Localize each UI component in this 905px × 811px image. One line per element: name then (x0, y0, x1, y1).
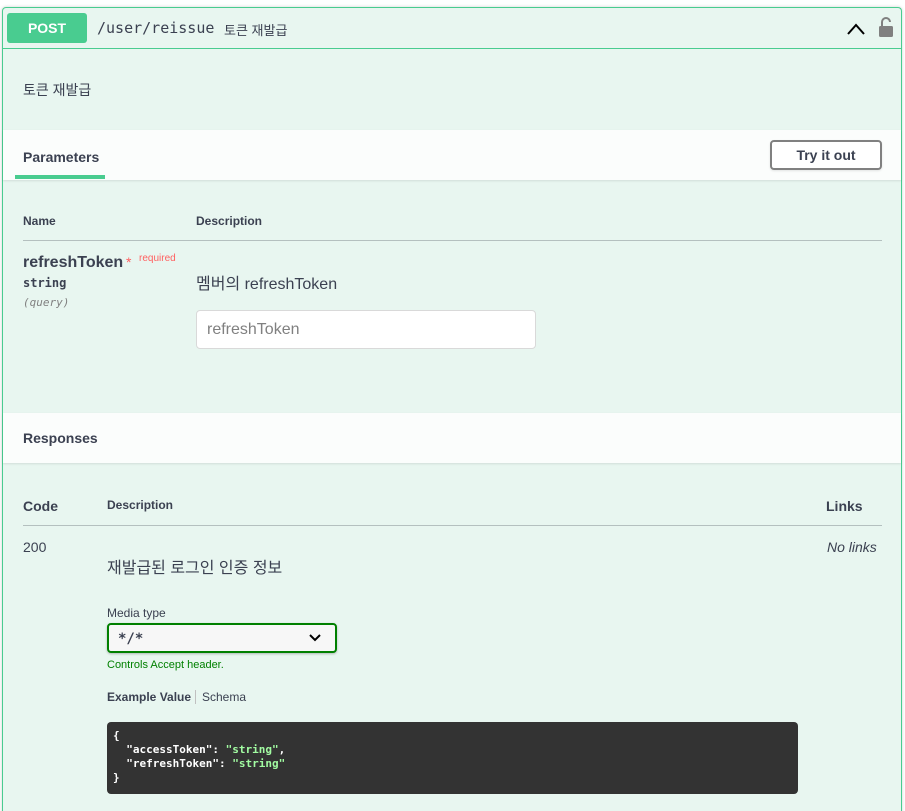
operation-summary-bar[interactable]: POST /user/reissue 토큰 재발급 (3, 8, 901, 49)
code-close-brace: } (113, 771, 120, 784)
column-header-response-description: Description (107, 498, 174, 512)
tab-active-indicator (15, 175, 105, 179)
required-star: * (126, 254, 132, 270)
responses-table-divider (23, 525, 882, 526)
refresh-token-input[interactable] (196, 310, 536, 349)
operation-path: /user/reissue (97, 19, 215, 37)
parameter-location: (query) (23, 296, 70, 309)
media-type-value: */* (118, 631, 144, 647)
parameter-name: refreshToken (23, 254, 124, 271)
column-header-description: Description (196, 214, 263, 228)
chevron-up-icon[interactable] (845, 20, 867, 38)
parameter-description: 멤버의 refreshToken (196, 276, 338, 293)
unlock-icon[interactable] (877, 16, 895, 38)
operation-description: 토큰 재발급 (23, 82, 92, 98)
column-header-code: Code (23, 498, 58, 514)
response-links: No links (827, 539, 877, 555)
column-header-name: Name (23, 214, 56, 228)
parameters-header: Parameters Try it out (3, 130, 901, 180)
response-description: 재발급된 로그인 인증 정보 (107, 560, 283, 577)
chevron-down-icon (309, 634, 321, 642)
http-method-badge: POST (7, 13, 87, 43)
try-it-out-button[interactable]: Try it out (770, 140, 882, 170)
tab-parameters[interactable]: Parameters (15, 130, 105, 180)
tab-example-value[interactable]: Example Value (107, 690, 191, 704)
operation-summary: 토큰 재발급 (224, 23, 288, 38)
response-code: 200 (23, 539, 47, 555)
operation-block-post-user-reissue: POST /user/reissue 토큰 재발급 토큰 재발급 Paramet… (2, 7, 902, 811)
media-type-select[interactable]: */* (107, 623, 337, 653)
code-open-brace: { (113, 729, 120, 742)
example-value-code-block: { "accessToken": "string", "refreshToken… (107, 722, 798, 794)
tab-divider (195, 690, 196, 704)
parameters-table-divider (23, 240, 882, 241)
required-label: required (139, 253, 176, 264)
code-separator: , (278, 743, 286, 756)
parameter-type: string (23, 276, 67, 290)
column-header-links: Links (826, 498, 863, 514)
tab-schema[interactable]: Schema (202, 690, 246, 704)
code-string-value: "string" (225, 743, 279, 756)
responses-header: Responses (3, 413, 901, 463)
media-type-label: Media type (107, 606, 166, 620)
code-key: "accessToken": (113, 743, 226, 756)
responses-title: Responses (23, 430, 98, 446)
code-line-access-token: "accessToken": "string", (113, 743, 792, 757)
media-type-hint: Controls Accept header. (107, 659, 224, 671)
code-string-value: "string" (232, 757, 286, 770)
code-key: "refreshToken": (113, 757, 233, 770)
code-line-refresh-token: "refreshToken": "string" (113, 757, 792, 771)
